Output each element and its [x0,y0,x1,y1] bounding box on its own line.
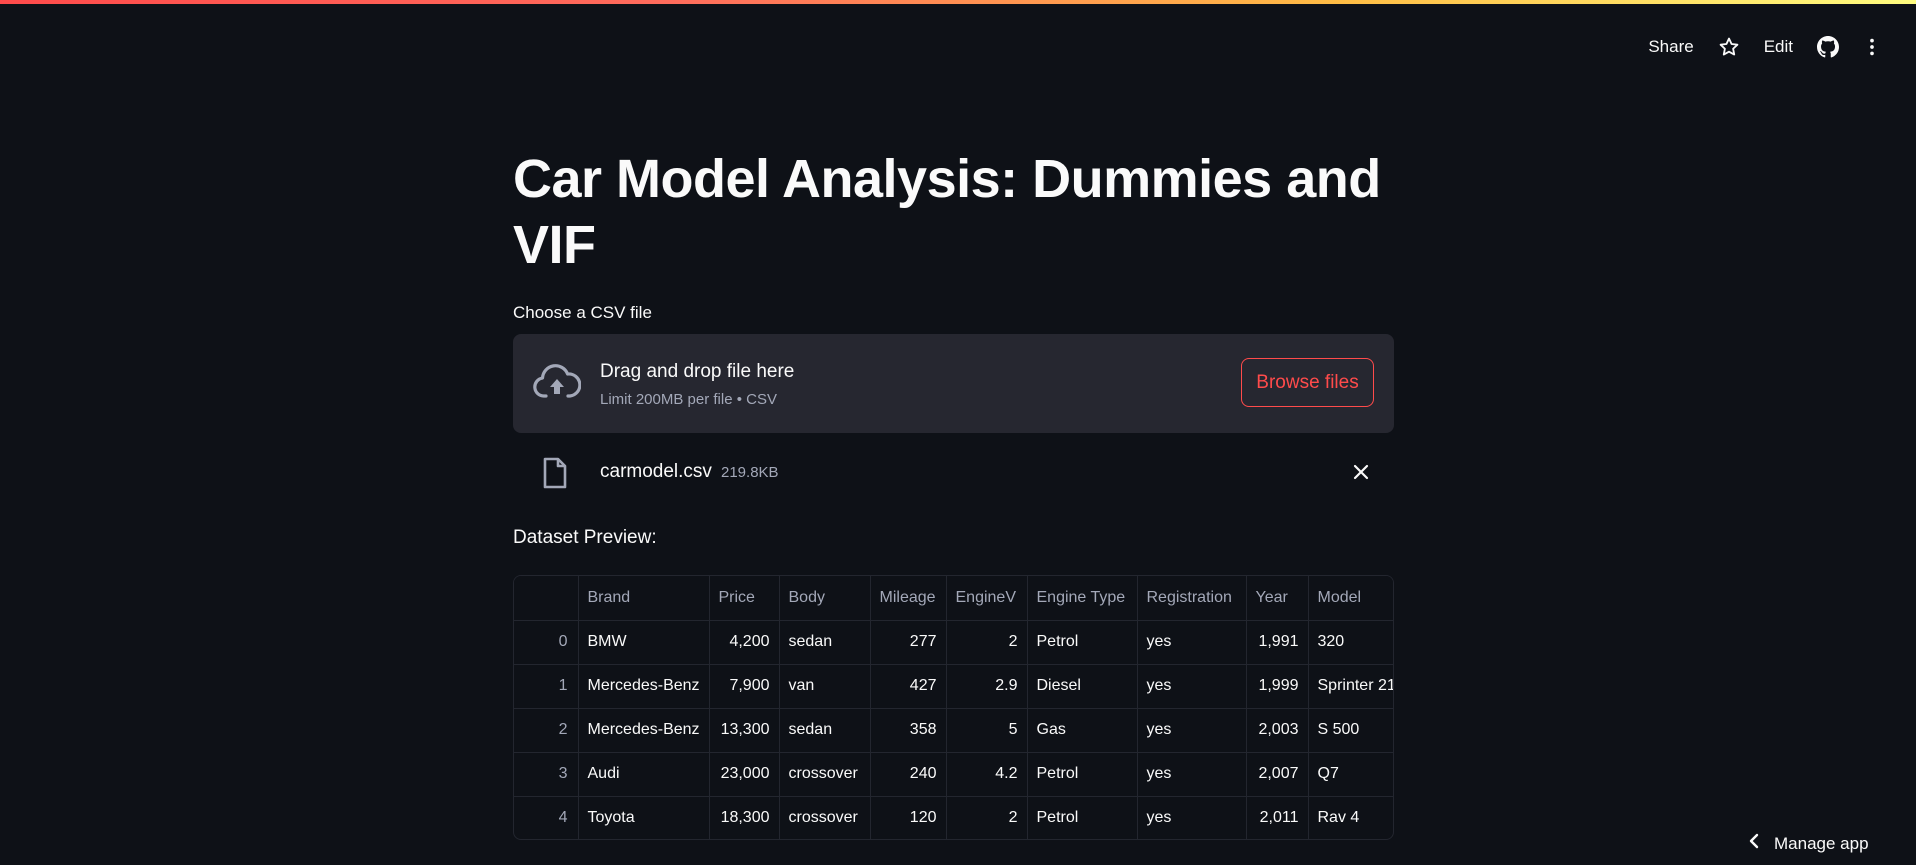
table-cell[interactable]: Mercedes-Benz [578,708,710,753]
dropzone-title: Drag and drop file here [600,361,795,382]
table-cell[interactable]: crossover [779,752,871,797]
file-dropzone[interactable]: Drag and drop file here Limit 200MB per … [513,334,1394,433]
chevron-left-icon [1748,833,1760,854]
uploaded-file-row: carmodel.csv 219.8KB [513,447,1394,497]
table-cell[interactable]: sedan [779,620,871,665]
table-cell[interactable]: sedan [779,708,871,753]
table-cell[interactable]: Petrol [1027,620,1138,665]
column-header[interactable] [514,576,579,621]
table-row: 1 Mercedes-Benz 7,900 van 427 2.9 Diesel… [514,664,1393,709]
table-cell[interactable]: BMW [578,620,710,665]
table-cell[interactable]: yes [1137,796,1247,839]
column-header[interactable]: EngineV [946,576,1028,621]
table-cell[interactable]: S 500 [1308,708,1393,753]
table-cell[interactable]: 277 [870,620,947,665]
row-index: 1 [514,664,579,709]
more-options-icon[interactable] [1850,30,1894,64]
header-toolbar: Share Edit [1635,30,1916,64]
table-cell[interactable]: 23,000 [709,752,780,797]
table-cell[interactable]: Mercedes-Benz [578,664,710,709]
column-header[interactable]: Model [1308,576,1393,621]
column-header[interactable]: Mileage [870,576,947,621]
table-cell[interactable]: 18,300 [709,796,780,839]
table-cell[interactable]: 1,991 [1246,620,1309,665]
uploaded-file-size: 219.8KB [721,464,779,481]
row-index: 2 [514,708,579,753]
table-cell[interactable]: Sprinter 212 [1308,664,1393,709]
manage-app-button[interactable]: Manage app [1736,822,1916,865]
share-button[interactable]: Share [1635,30,1706,64]
table-cell[interactable]: yes [1137,708,1247,753]
table-row: 2 Mercedes-Benz 13,300 sedan 358 5 Gas y… [514,708,1393,753]
row-index: 0 [514,620,579,665]
table-row: 0 BMW 4,200 sedan 277 2 Petrol yes 1,991… [514,620,1393,665]
table-cell[interactable]: yes [1137,664,1247,709]
uploaded-file-name: carmodel.csv [600,461,712,482]
table-cell[interactable]: Petrol [1027,796,1138,839]
column-header[interactable]: Engine Type [1027,576,1138,621]
table-cell[interactable]: 2 [946,796,1028,839]
table-cell[interactable]: 240 [870,752,947,797]
dataset-preview-heading: Dataset Preview: [513,527,657,548]
row-index: 4 [514,796,579,839]
row-index: 3 [514,752,579,797]
table-row: 4 Toyota 18,300 crossover 120 2 Petrol y… [514,796,1393,839]
table-cell[interactable]: van [779,664,871,709]
table-cell[interactable]: 358 [870,708,947,753]
file-icon [542,457,568,494]
github-icon[interactable] [1806,30,1850,64]
table-cell[interactable]: 4.2 [946,752,1028,797]
manage-app-label: Manage app [1774,833,1869,853]
table-cell[interactable]: 2,011 [1246,796,1309,839]
table-cell[interactable]: yes [1137,620,1247,665]
table-cell[interactable]: crossover [779,796,871,839]
dataset-preview-table[interactable]: Brand Price Body Mileage EngineV Engine … [513,575,1394,840]
column-header[interactable]: Price [709,576,780,621]
table-cell[interactable]: 4,200 [709,620,780,665]
column-header[interactable]: Body [779,576,871,621]
top-decoration-stripe [0,0,1916,4]
star-icon[interactable] [1707,30,1751,64]
edit-button[interactable]: Edit [1751,30,1806,64]
table-cell[interactable]: yes [1137,752,1247,797]
table-cell[interactable]: 2 [946,620,1028,665]
table-cell[interactable]: Audi [578,752,710,797]
table-cell[interactable]: 13,300 [709,708,780,753]
table-cell[interactable]: 5 [946,708,1028,753]
table-cell[interactable]: 320 [1308,620,1393,665]
dropzone-limit-text: Limit 200MB per file • CSV [600,391,777,408]
table-cell[interactable]: Gas [1027,708,1138,753]
table-cell[interactable]: 2,003 [1246,708,1309,753]
column-header[interactable]: Brand [578,576,710,621]
table-cell[interactable]: Diesel [1027,664,1138,709]
table-row: 3 Audi 23,000 crossover 240 4.2 Petrol y… [514,752,1393,797]
column-header[interactable]: Year [1246,576,1309,621]
close-icon[interactable] [1348,459,1374,485]
table-cell[interactable]: 427 [870,664,947,709]
cloud-upload-icon [533,362,582,407]
table-cell[interactable]: 7,900 [709,664,780,709]
table-header-row: Brand Price Body Mileage EngineV Engine … [514,576,1393,621]
table-cell[interactable]: 120 [870,796,947,839]
table-cell[interactable]: Toyota [578,796,710,839]
file-uploader-label: Choose a CSV file [513,303,652,322]
table-cell[interactable]: 2.9 [946,664,1028,709]
table-cell[interactable]: Q7 [1308,752,1393,797]
table-cell[interactable]: Petrol [1027,752,1138,797]
table-cell[interactable]: Rav 4 [1308,796,1393,839]
table-cell[interactable]: 1,999 [1246,664,1309,709]
browse-files-button[interactable]: Browse files [1241,358,1374,407]
page-title: Car Model Analysis: Dummies and VIF [513,149,1381,275]
column-header[interactable]: Registration [1137,576,1247,621]
table-cell[interactable]: 2,007 [1246,752,1309,797]
